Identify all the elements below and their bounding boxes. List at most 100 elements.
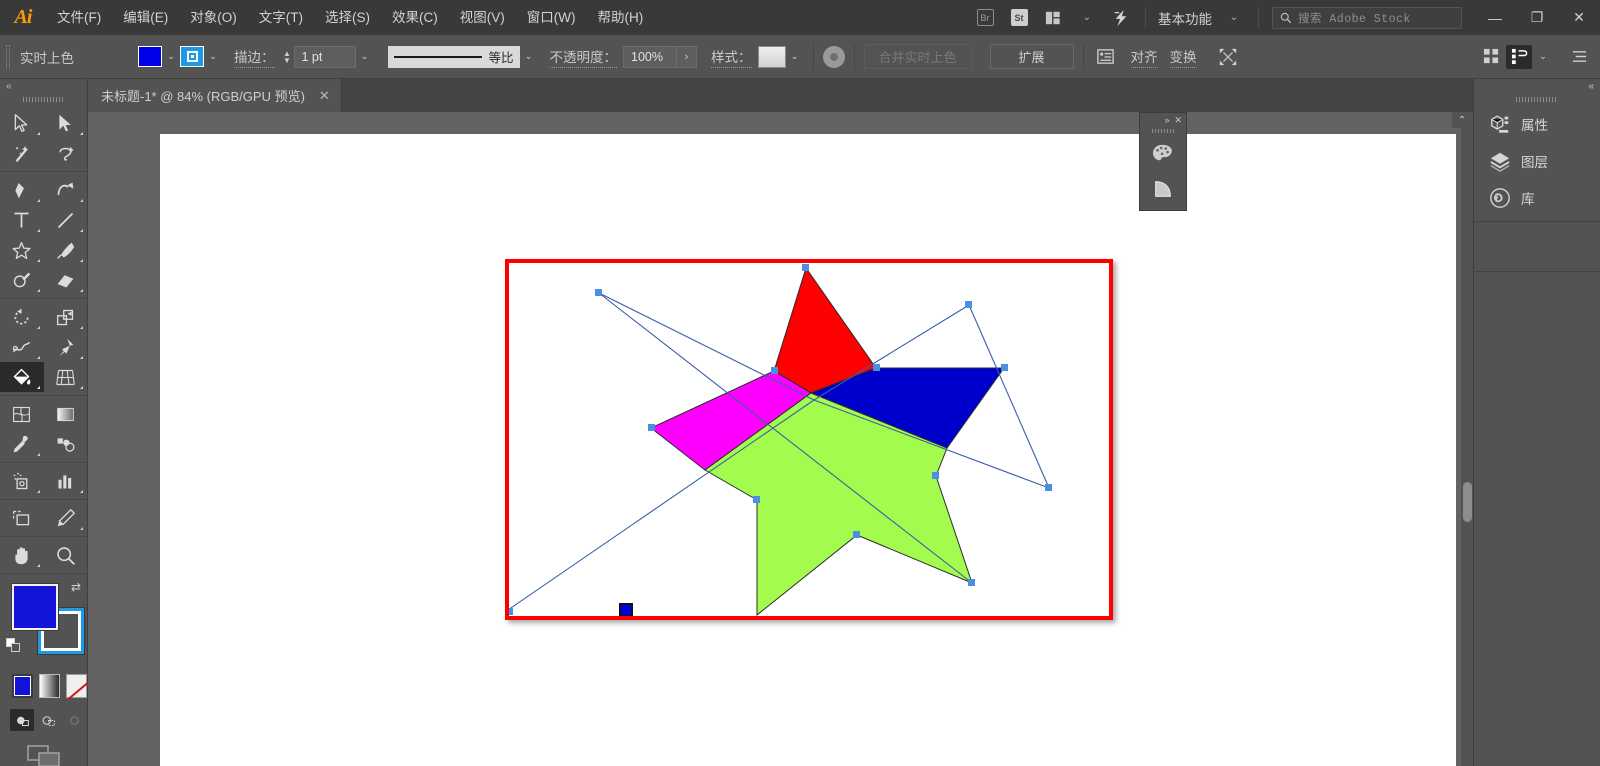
canvas-collapse-chevron-icon[interactable]: ⌃ bbox=[1452, 112, 1472, 128]
menu-edit[interactable]: 编辑(E) bbox=[112, 0, 179, 35]
menu-object[interactable]: 对象(O) bbox=[179, 0, 248, 35]
star-regions[interactable] bbox=[651, 268, 1004, 615]
magic-wand-tool[interactable] bbox=[0, 138, 44, 168]
style-caret-icon[interactable]: ⌄ bbox=[786, 46, 804, 67]
artwork-live-paint-star[interactable] bbox=[509, 263, 1109, 616]
stock-button[interactable]: St bbox=[1006, 7, 1032, 29]
color-guide-panel-button[interactable] bbox=[1140, 135, 1186, 171]
symbol-sprayer-tool[interactable] bbox=[0, 466, 44, 496]
stroke-profile-dropdown[interactable]: 等比 bbox=[388, 46, 520, 68]
menu-view[interactable]: 视图(V) bbox=[449, 0, 516, 35]
slice-tool[interactable] bbox=[44, 503, 88, 533]
none-mode-button[interactable] bbox=[66, 674, 87, 698]
arrange-documents-options-button[interactable] bbox=[1506, 45, 1532, 69]
fill-caret-icon[interactable]: ⌄ bbox=[162, 46, 180, 67]
draw-normal-button[interactable] bbox=[10, 709, 34, 731]
toolbar-collapse-button[interactable]: « bbox=[0, 79, 87, 93]
workspace-caret-icon[interactable]: ⌄ bbox=[1221, 7, 1247, 29]
swap-fill-stroke-icon[interactable]: ⇄ bbox=[71, 580, 81, 594]
arrange-documents-button[interactable] bbox=[1040, 7, 1066, 29]
stroke-caret-icon[interactable]: ⌄ bbox=[204, 46, 222, 67]
width-tool[interactable] bbox=[0, 332, 44, 362]
opacity-flyout-icon[interactable]: › bbox=[676, 46, 696, 68]
artboard[interactable] bbox=[505, 259, 1113, 620]
screen-mode-button[interactable] bbox=[0, 735, 87, 766]
gradient-mode-button[interactable] bbox=[39, 674, 60, 698]
panel-libraries[interactable]: 库 bbox=[1474, 179, 1600, 216]
default-fill-stroke-button[interactable] bbox=[6, 638, 15, 647]
graphic-style-swatch[interactable] bbox=[758, 46, 786, 68]
panel-properties[interactable]: 属性 bbox=[1474, 105, 1600, 142]
rightdock-grip[interactable] bbox=[1474, 93, 1600, 105]
stroke-weight-caret-icon[interactable]: ⌄ bbox=[356, 46, 374, 67]
menu-window[interactable]: 窗口(W) bbox=[516, 0, 587, 35]
minipanel-grip[interactable] bbox=[1140, 127, 1186, 135]
optionsbar-grip[interactable] bbox=[6, 45, 10, 69]
menu-effect[interactable]: 效果(C) bbox=[381, 0, 449, 35]
canvas-area[interactable] bbox=[88, 112, 1473, 766]
optionsbar-menu-button[interactable] bbox=[1566, 45, 1592, 69]
line-segment-tool[interactable] bbox=[44, 205, 88, 235]
minipanel-expand-icon[interactable]: » bbox=[1164, 115, 1169, 125]
workspace-switcher[interactable]: 基本功能 bbox=[1153, 8, 1217, 28]
type-tool[interactable] bbox=[0, 205, 44, 235]
envelope-distort-button[interactable] bbox=[1215, 45, 1241, 69]
panel-layers[interactable]: 图层 bbox=[1474, 142, 1600, 179]
minimize-button[interactable]: — bbox=[1474, 0, 1516, 35]
minipanel-close-icon[interactable]: ✕ bbox=[1174, 115, 1182, 126]
search-adobe-stock[interactable]: 搜索 Adobe Stock bbox=[1272, 7, 1462, 29]
shape-builder-panel-button[interactable] bbox=[1140, 171, 1186, 207]
recolor-artwork-icon[interactable] bbox=[823, 46, 845, 68]
arrange-options-caret-icon[interactable]: ⌄ bbox=[1534, 46, 1552, 67]
document-tab[interactable]: 未标题-1* @ 84% (RGB/GPU 预览) ✕ bbox=[88, 79, 342, 112]
color-mode-button[interactable] bbox=[12, 674, 33, 698]
toolbar-grip[interactable] bbox=[0, 93, 87, 105]
fill-color-swatch[interactable] bbox=[138, 46, 162, 67]
align-button[interactable]: 对齐 bbox=[1131, 46, 1158, 68]
flash-button[interactable] bbox=[1108, 7, 1134, 29]
menu-select[interactable]: 选择(S) bbox=[314, 0, 381, 35]
scale-tool[interactable] bbox=[44, 302, 88, 332]
canvas-vertical-scrollbar[interactable] bbox=[1461, 112, 1473, 766]
mesh-tool[interactable] bbox=[0, 399, 44, 429]
eraser-tool[interactable] bbox=[44, 265, 88, 295]
opacity-input[interactable]: 100% › bbox=[623, 46, 697, 68]
menu-file[interactable]: 文件(F) bbox=[46, 0, 112, 35]
document-tab-close-icon[interactable]: ✕ bbox=[319, 88, 330, 104]
hand-tool[interactable] bbox=[0, 540, 44, 570]
expand-button[interactable]: 扩展 bbox=[990, 44, 1074, 69]
toolbar-fill-swatch[interactable] bbox=[12, 584, 58, 630]
pen-tool[interactable] bbox=[0, 175, 44, 205]
gradient-tool[interactable] bbox=[44, 399, 88, 429]
rotate-tool[interactable] bbox=[0, 302, 44, 332]
stroke-weight-input[interactable]: 1 pt bbox=[294, 46, 356, 68]
stroke-profile-caret-icon[interactable]: ⌄ bbox=[520, 46, 538, 67]
lasso-tool[interactable] bbox=[44, 138, 88, 168]
free-transform-tool[interactable] bbox=[44, 332, 88, 362]
direct-selection-tool[interactable] bbox=[44, 108, 88, 138]
restore-button[interactable]: ❐ bbox=[1516, 0, 1558, 35]
stroke-weight-stepper[interactable]: ▲ ▼ bbox=[281, 46, 294, 68]
document-canvas[interactable] bbox=[160, 134, 1456, 766]
menu-help[interactable]: 帮助(H) bbox=[586, 0, 654, 35]
canvas-scroll-thumb[interactable] bbox=[1463, 482, 1472, 522]
menu-type[interactable]: 文字(T) bbox=[248, 0, 314, 35]
rightdock-collapse-button[interactable]: « bbox=[1474, 79, 1600, 93]
draw-inside-button[interactable] bbox=[63, 709, 87, 731]
draw-behind-button[interactable] bbox=[36, 709, 60, 731]
transform-button[interactable]: 变换 bbox=[1170, 46, 1197, 68]
shape-tool[interactable] bbox=[0, 235, 44, 265]
close-button[interactable]: ✕ bbox=[1558, 0, 1600, 35]
column-graph-tool[interactable] bbox=[44, 466, 88, 496]
shaper-tool[interactable] bbox=[0, 265, 44, 295]
curvature-tool[interactable] bbox=[44, 175, 88, 205]
live-paint-bucket-tool[interactable] bbox=[0, 362, 44, 392]
blend-tool[interactable] bbox=[44, 429, 88, 459]
paintbrush-tool[interactable] bbox=[44, 235, 88, 265]
arrange-caret-icon[interactable]: ⌄ bbox=[1074, 7, 1100, 29]
bridge-button[interactable]: Br bbox=[972, 7, 998, 29]
artboards-button[interactable] bbox=[1478, 45, 1504, 69]
perspective-grid-tool[interactable] bbox=[44, 362, 88, 392]
zoom-tool[interactable] bbox=[44, 540, 88, 570]
selection-tool[interactable] bbox=[0, 108, 44, 138]
